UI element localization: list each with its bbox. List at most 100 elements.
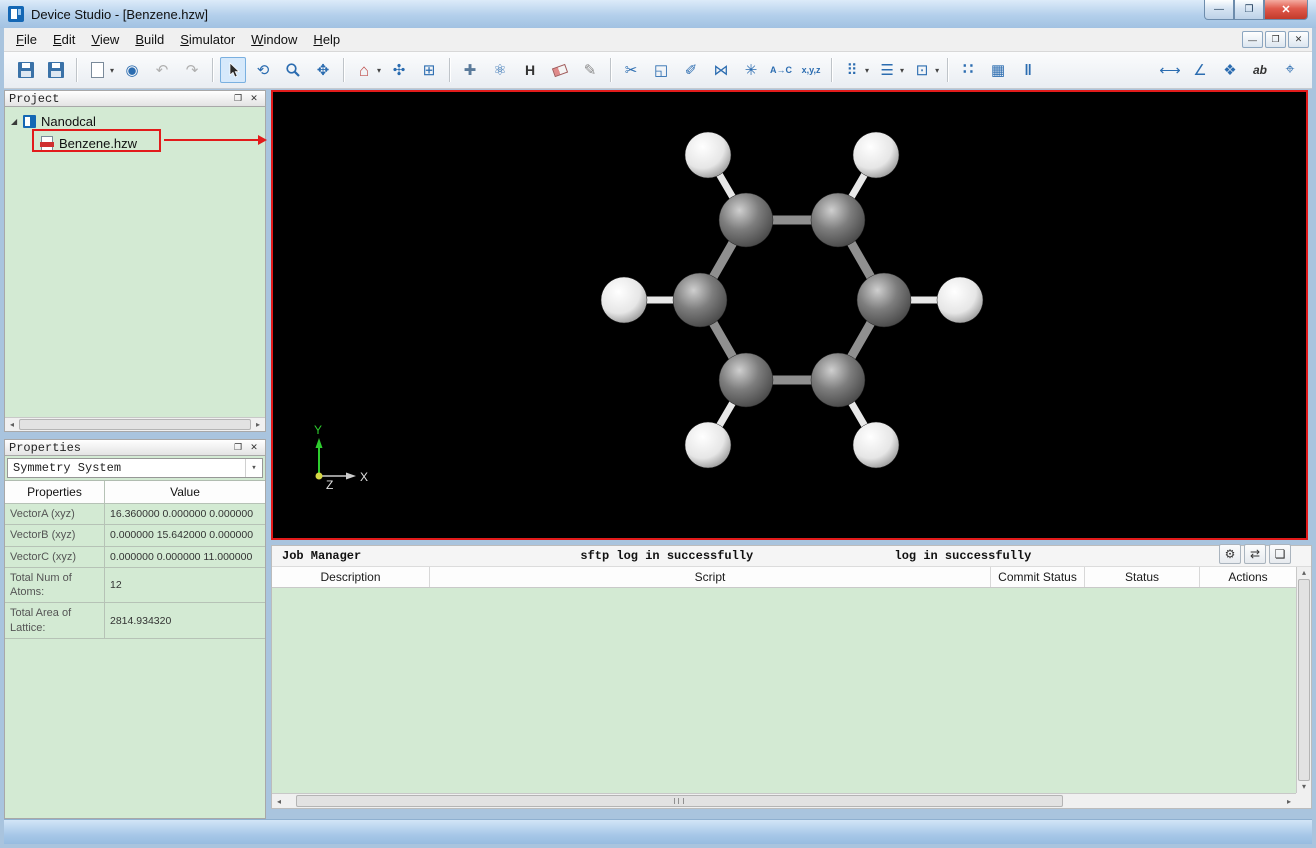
property-row: Total Num of Atoms: 12	[5, 567, 265, 604]
mdi-controls: — ❐ ✕	[1240, 31, 1309, 48]
boundary-icon-dropdown[interactable]: ▾	[935, 66, 939, 75]
zoom-icon[interactable]	[280, 57, 306, 83]
axes-widget: Y X Z	[314, 423, 368, 492]
mdi-close-button[interactable]: ✕	[1288, 31, 1309, 48]
job-column-actions[interactable]: Actions	[1200, 567, 1296, 587]
scroll-track[interactable]	[1297, 579, 1311, 781]
molecule-canvas: Y X Z	[273, 92, 1306, 538]
project-float-button[interactable]: ❐	[231, 92, 245, 105]
scroll-right-icon[interactable]: ▸	[1282, 797, 1296, 806]
supercell-icon-dropdown[interactable]: ▾	[865, 66, 869, 75]
scroll-left-icon[interactable]: ◂	[272, 797, 286, 806]
eraser-icon[interactable]	[547, 57, 573, 83]
tree-item-benzene[interactable]: Benzene.hzw	[5, 132, 265, 154]
add-fragment-icon[interactable]: ⚛	[487, 57, 513, 83]
mdi-minimize-button[interactable]: —	[1242, 31, 1263, 48]
tile-view-icon[interactable]: ⊞	[416, 57, 442, 83]
measure-angle-icon[interactable]: ∠	[1187, 57, 1213, 83]
menu-help[interactable]: Help	[305, 29, 348, 50]
symmetry-system-select[interactable]: Symmetry System ▾	[7, 458, 263, 478]
menu-view[interactable]: View	[83, 29, 127, 50]
align-icon-dropdown[interactable]: ▾	[900, 66, 904, 75]
scroll-down-icon[interactable]: ▾	[1297, 781, 1311, 793]
job-column-script[interactable]: Script	[430, 567, 991, 587]
job-transfer-button[interactable]: ⇄	[1244, 544, 1266, 564]
edit-structure-icon[interactable]: ✐	[678, 57, 704, 83]
menu-file[interactable]: File	[8, 29, 45, 50]
cluster-icon[interactable]: ∷	[955, 57, 981, 83]
home-icon[interactable]: ⌂	[351, 57, 377, 83]
project-hscrollbar[interactable]: ◂ ▸	[5, 417, 265, 431]
fragment-icon[interactable]: ❖	[1217, 57, 1243, 83]
menu-window[interactable]: Window	[243, 29, 305, 50]
electrode-icon[interactable]: ‖	[1015, 57, 1041, 83]
menu-edit[interactable]: Edit	[45, 29, 83, 50]
job-column-commit-status[interactable]: Commit Status	[991, 567, 1085, 587]
tree-expander-icon[interactable]: ◢	[11, 117, 23, 126]
maximize-button[interactable]: ❐	[1234, 0, 1264, 20]
job-column-status[interactable]: Status	[1085, 567, 1200, 587]
brush-icon[interactable]: ✎	[577, 57, 603, 83]
menu-simulator[interactable]: Simulator	[172, 29, 243, 50]
close-button[interactable]: ✕	[1264, 0, 1308, 20]
scroll-thumb[interactable]	[1298, 579, 1310, 781]
open-icon[interactable]: ◉	[119, 57, 145, 83]
supercell-icon[interactable]: ⠿	[839, 57, 865, 83]
probe-icon[interactable]: ⌖	[1277, 57, 1303, 83]
property-label: Total Num of Atoms:	[5, 567, 105, 603]
scroll-track[interactable]	[286, 794, 1282, 808]
label-icon[interactable]: ab	[1247, 57, 1273, 83]
align-icon[interactable]: ☰	[874, 57, 900, 83]
scroll-up-icon[interactable]: ▴	[1297, 567, 1311, 579]
scroll-left-icon[interactable]: ◂	[5, 420, 19, 429]
device-icon[interactable]: ▦	[985, 57, 1011, 83]
new-file-icon[interactable]	[84, 57, 110, 83]
scroll-thumb[interactable]	[19, 419, 251, 430]
xyz-icon[interactable]: x,y,z	[798, 57, 824, 83]
mirror-icon[interactable]: ⋈	[708, 57, 734, 83]
scroll-thumb[interactable]	[295, 795, 1063, 807]
rotate-icon[interactable]: ⟲	[250, 57, 276, 83]
properties-panel-header[interactable]: Properties ❐ ✕	[4, 439, 266, 456]
property-row: VectorC (xyz) 0.000000 0.000000 11.000000	[5, 546, 265, 568]
properties-float-button[interactable]: ❐	[231, 441, 245, 454]
toolbar-separator	[947, 58, 949, 82]
measure-distance-icon[interactable]: ⟷	[1157, 57, 1183, 83]
scroll-right-icon[interactable]: ▸	[251, 420, 265, 429]
undo-icon[interactable]: ↶	[149, 57, 175, 83]
redo-icon[interactable]: ↷	[179, 57, 205, 83]
fit-view-icon[interactable]: ✣	[386, 57, 412, 83]
save-icon[interactable]	[13, 57, 39, 83]
chevron-down-icon[interactable]: ▾	[245, 459, 262, 477]
symmetry-icon[interactable]: ✳	[738, 57, 764, 83]
job-column-description[interactable]: Description	[272, 567, 430, 587]
new-file-icon-dropdown[interactable]: ▾	[110, 66, 114, 75]
tree-item-nanodcal[interactable]: ◢ Nanodcal	[5, 110, 265, 132]
select-cursor-icon[interactable]	[220, 57, 247, 83]
login-status-message: log in successfully	[894, 549, 1032, 563]
properties-close-button[interactable]: ✕	[247, 441, 261, 454]
pan-icon[interactable]: ✥	[310, 57, 336, 83]
viewport-3d[interactable]: Y X Z	[271, 90, 1308, 540]
boundary-icon[interactable]: ⊡	[909, 57, 935, 83]
cut-bond-icon[interactable]: ✂	[618, 57, 644, 83]
add-hydrogen-icon[interactable]: H	[517, 57, 543, 83]
titlebar[interactable]: Device Studio - [Benzene.hzw] — ❐ ✕	[0, 0, 1316, 28]
job-stack-button[interactable]: ❏	[1269, 544, 1291, 564]
scroll-track[interactable]	[19, 418, 251, 431]
properties-table-body: VectorA (xyz) 16.360000 0.000000 0.000000…	[5, 504, 265, 640]
save-all-icon[interactable]	[43, 57, 69, 83]
job-hscrollbar[interactable]: ◂ ▸	[272, 793, 1296, 808]
mdi-restore-button[interactable]: ❐	[1265, 31, 1286, 48]
job-vscrollbar[interactable]: ▴ ▾	[1296, 567, 1311, 793]
move-origin-icon[interactable]: ◱	[648, 57, 674, 83]
job-settings-button[interactable]: ⚙	[1219, 544, 1241, 564]
menubar: File Edit View Build Simulator Window Help — ❐ ✕	[4, 28, 1312, 52]
minimize-button[interactable]: —	[1204, 0, 1234, 20]
project-close-button[interactable]: ✕	[247, 92, 261, 105]
project-panel-header[interactable]: Project ❐ ✕	[4, 90, 266, 107]
home-icon-dropdown[interactable]: ▾	[377, 66, 381, 75]
add-atom-icon[interactable]: ✚	[457, 57, 483, 83]
menu-build[interactable]: Build	[127, 29, 172, 50]
convert-icon[interactable]: A→C	[768, 57, 794, 83]
